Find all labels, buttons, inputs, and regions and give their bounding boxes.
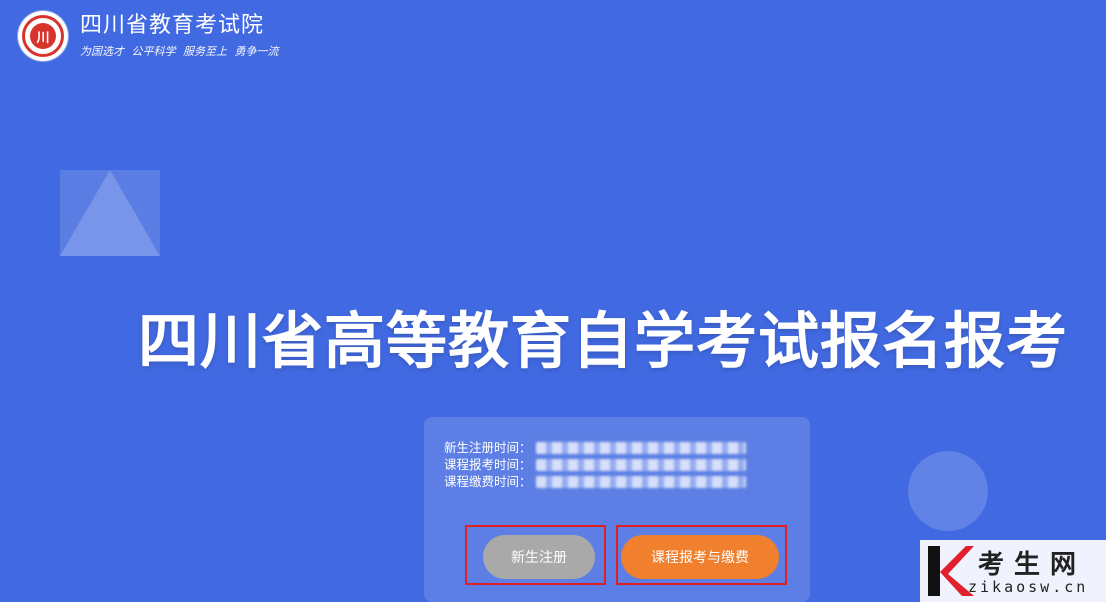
schedule-row-payment: 课程缴费时间： (444, 473, 746, 490)
logo-char: 川 (30, 23, 56, 49)
watermark-k-logo-icon (928, 546, 974, 596)
org-slogan: 为国选才 公平科学 服务至上 勇争一流 (80, 45, 279, 58)
site-header: 川 四川省教育考试院 为国选才 公平科学 服务至上 勇争一流 (18, 10, 279, 62)
blurred-time-value (535, 458, 746, 471)
decorative-circle (908, 451, 988, 531)
brand: 四川省教育考试院 为国选才 公平科学 服务至上 勇争一流 (80, 13, 279, 59)
page-title: 四川省高等教育自学考试报名报考 (138, 306, 1069, 377)
schedule-row-register: 新生注册时间： (444, 439, 746, 456)
decorative-square (60, 170, 160, 256)
course-exam-payment-button[interactable]: 课程报考与缴费 (621, 535, 779, 579)
blurred-time-value (535, 441, 746, 454)
blurred-time-value (535, 475, 746, 488)
watermark-name: 考生网 (978, 550, 1087, 580)
schedule-label: 新生注册时间： (444, 440, 532, 455)
schedule-label: 课程缴费时间： (444, 474, 532, 489)
logo-seal-icon: 川 (22, 15, 64, 57)
schedule-row-exam: 课程报考时间： (444, 456, 746, 473)
org-name: 四川省教育考试院 (80, 13, 265, 38)
schedule-label: 课程报考时间： (444, 457, 532, 472)
new-student-register-button[interactable]: 新生注册 (483, 535, 595, 579)
watermark-url: zikaosw.cn (968, 578, 1089, 596)
decorative-triangle-icon (60, 170, 160, 256)
schedule-list: 新生注册时间： 课程报考时间： 课程缴费时间： (444, 439, 746, 490)
watermark: 考生网 zikaosw.cn (920, 540, 1106, 602)
site-logo[interactable]: 川 (18, 11, 68, 61)
